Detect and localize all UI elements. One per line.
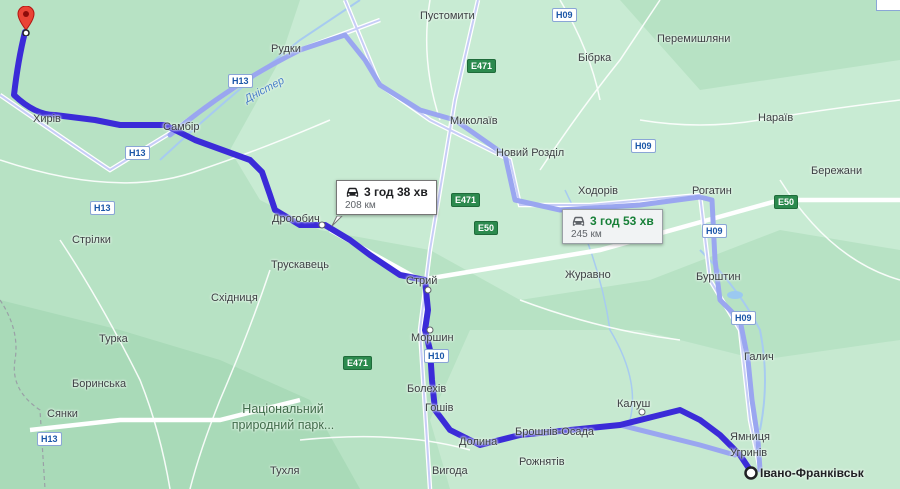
place-label: Бурштин [696,271,741,283]
place-label: Гошів [425,402,454,414]
car-icon [572,216,585,226]
place-label: Брошнів-Осада [515,426,595,438]
map-base-layer [0,0,900,489]
road-shield: H09 [731,311,756,325]
place-label: Тухля [270,465,300,477]
road-shield: E50 [474,221,499,235]
destination-marker-icon[interactable] [744,466,758,480]
place-label: Турка [99,333,128,345]
place-label: Калуш [617,398,651,410]
destination-label: Івано-Франківськ [760,466,864,480]
car-icon [346,187,359,197]
route-duration: 3 год 53 хв [590,214,654,228]
place-label: Ходорів [578,185,619,197]
bubble-pointer [331,216,343,227]
place-label: Стрий [406,275,438,287]
place-label: Східниця [211,292,258,304]
place-label: Пустомити [420,10,475,22]
road-shield: H09 [702,224,727,238]
road-shield: E471 [467,59,497,73]
location-pin-icon[interactable] [17,6,35,36]
place-label: Сянки [47,408,78,420]
place-label: Рожнятів [519,456,565,468]
place-label: Боринська [72,378,127,390]
road-shield-partial [876,0,900,11]
place-label: Болехів [407,383,447,395]
place-label: Рогатин [692,185,732,197]
place-label: Угринів [730,447,768,459]
road-shield: E50 [774,195,799,209]
place-label: Миколаїв [450,115,498,127]
place-label: Бережани [811,165,863,177]
road-shield: H09 [552,8,577,22]
place-label: Долина [459,436,498,448]
place-label: Стрілки [72,234,111,246]
place-label: Трускавець [271,259,330,271]
road-shield: H13 [228,74,253,88]
road-shield: H13 [37,432,62,446]
place-label: Новий Розділ [496,147,565,159]
road-shield: E471 [451,193,481,207]
route-bubble-alternative[interactable]: 3 год 53 хв 245 км [562,209,663,244]
place-label: Дрогобич [272,213,320,225]
route-duration: 3 год 38 хв [364,185,428,199]
road-shield: H09 [631,139,656,153]
place-label: Ямниця [730,431,770,443]
place-label: Вигода [432,465,468,477]
place-label: Галич [744,351,774,363]
road-shield: H13 [125,146,150,160]
place-label: Перемишляни [657,33,731,45]
route-bubble-selected[interactable]: 3 год 38 хв 208 км [336,180,437,215]
place-label: Хирів [33,113,61,125]
road-shield: H13 [90,201,115,215]
place-label: Моршин [411,332,454,344]
place-label: Бібрка [578,52,612,64]
road-shield: H10 [424,349,449,363]
road-shield: E471 [343,356,373,370]
place-label: Журавно [565,269,611,281]
route-distance: 208 км [345,200,376,211]
place-label: Самбір [163,121,200,133]
place-label: Нараїв [758,112,794,124]
map-canvas[interactable]: Пустомити Перемишляни Бібрка Рудки Дніст… [0,0,900,489]
place-label: Рудки [271,43,301,55]
park-label: Національний природний парк... [231,402,335,432]
route-distance: 245 км [571,229,602,240]
